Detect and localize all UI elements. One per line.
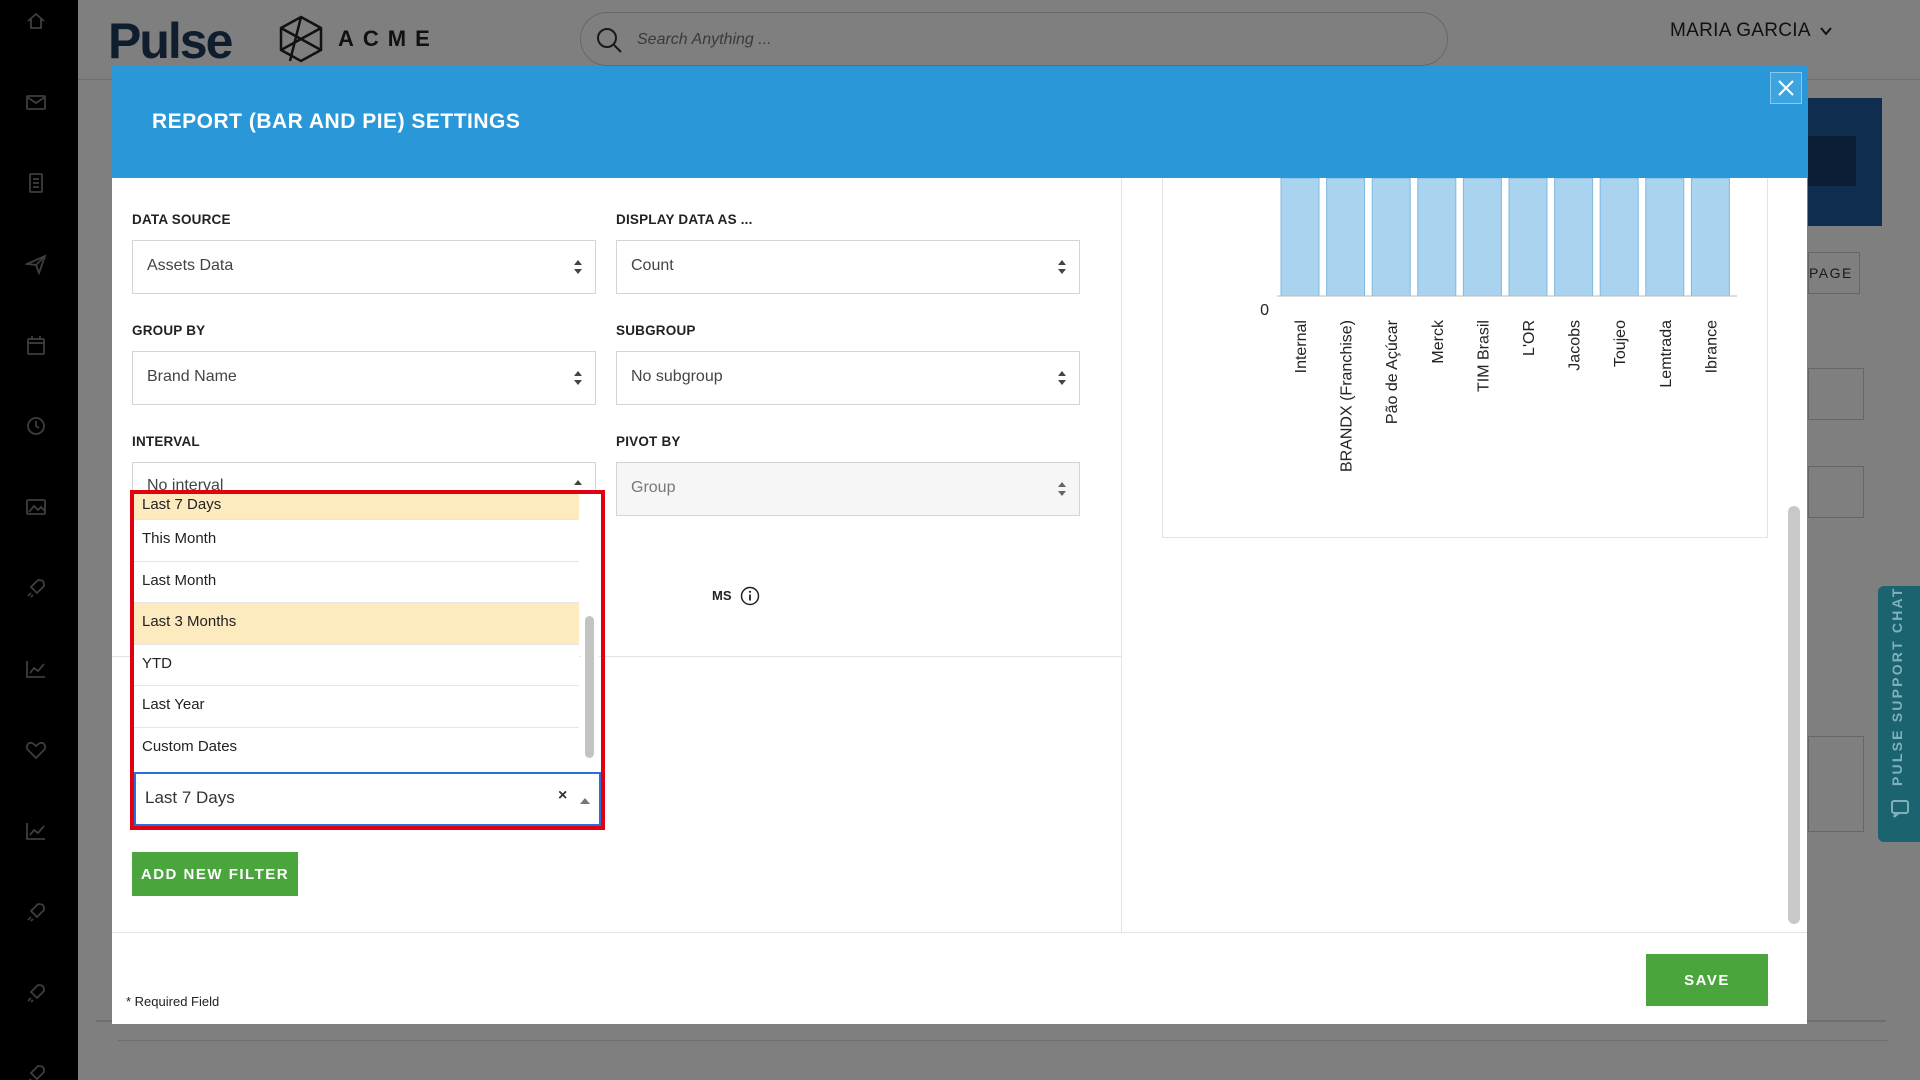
- chart-bar: [1554, 178, 1594, 297]
- chart-bar: [1508, 178, 1548, 297]
- chart-bar: [1326, 178, 1366, 297]
- sort-arrows-icon: [574, 371, 582, 385]
- data-source-value: Assets Data: [147, 257, 234, 274]
- subgroup-value: No subgroup: [631, 368, 723, 385]
- chart-bar: [1645, 178, 1685, 297]
- group-by-select[interactable]: Brand Name: [132, 351, 596, 405]
- x-tick-label: TIM Brasil: [1475, 320, 1492, 392]
- close-button[interactable]: [1770, 72, 1802, 104]
- chart-bar: [1599, 178, 1639, 297]
- subgroup-label: SUBGROUP: [616, 323, 696, 338]
- dropdown-highlight-box: [130, 490, 605, 830]
- chart-bar: [1371, 178, 1411, 297]
- save-button[interactable]: SAVE: [1646, 954, 1768, 1006]
- x-tick-label: Jacobs: [1567, 320, 1584, 371]
- x-tick-label: L'OR: [1521, 320, 1538, 356]
- x-tick-label: Lemtrada: [1658, 320, 1675, 388]
- sort-arrows-icon: [574, 480, 582, 485]
- pivot-by-select[interactable]: Group: [616, 462, 1080, 516]
- chart-bar: [1462, 178, 1502, 297]
- sort-arrows-icon: [1058, 260, 1066, 274]
- sort-arrows-icon: [1058, 482, 1066, 496]
- group-by-label: GROUP BY: [132, 323, 206, 338]
- sort-arrows-icon: [574, 260, 582, 274]
- x-tick-label: Pão de Açúcar: [1384, 319, 1401, 424]
- pivot-by-value: Group: [631, 479, 676, 496]
- required-field-note: * Required Field: [126, 994, 220, 1009]
- display-as-label: DISPLAY DATA AS ...: [616, 212, 753, 227]
- x-tick-label: Ibrance: [1703, 320, 1720, 373]
- support-chat-tab[interactable]: PULSE SUPPORT CHAT: [1878, 586, 1920, 842]
- display-as-value: Count: [631, 257, 674, 274]
- support-chat-label: PULSE SUPPORT CHAT: [1889, 586, 1905, 786]
- close-icon: [1778, 80, 1794, 96]
- chart-bar: [1417, 178, 1457, 297]
- y-tick-label: 0: [1260, 302, 1269, 319]
- modal-header: REPORT (BAR AND PIE) SETTINGS: [112, 66, 1807, 178]
- modal-scrollbar[interactable]: [1788, 506, 1800, 924]
- footer-divider: [112, 932, 1807, 933]
- chart-bar: [1690, 178, 1730, 297]
- interval-label: INTERVAL: [132, 434, 200, 449]
- modal-title: REPORT (BAR AND PIE) SETTINGS: [152, 110, 521, 133]
- report-settings-modal: REPORT (BAR AND PIE) SETTINGS DATA SOURC…: [112, 66, 1807, 1024]
- x-tick-label: Merck: [1430, 319, 1447, 364]
- x-tick-label: Toujeo: [1612, 320, 1629, 367]
- data-source-label: DATA SOURCE: [132, 212, 231, 227]
- chart-bar: [1280, 178, 1320, 297]
- pivot-by-label: PIVOT BY: [616, 434, 681, 449]
- chart-preview: 0 Internal BRANDX (Franchise) Pão de Açúcar…: [1162, 178, 1768, 538]
- bar-chart: 0 Internal BRANDX (Franchise) Pão de Açúcar…: [1260, 178, 1737, 472]
- interval-select[interactable]: No interval: [132, 462, 596, 492]
- group-by-value: Brand Name: [147, 368, 237, 385]
- subgroup-select[interactable]: No subgroup: [616, 351, 1080, 405]
- display-as-select[interactable]: Count: [616, 240, 1080, 294]
- x-tick-label: Internal: [1293, 320, 1310, 373]
- option-label-partial: MS: [712, 588, 732, 603]
- data-source-select[interactable]: Assets Data: [132, 240, 596, 294]
- add-new-filter-button[interactable]: ADD NEW FILTER: [132, 852, 298, 896]
- chat-bubble-icon: [1891, 800, 1909, 818]
- info-icon[interactable]: [740, 586, 760, 606]
- sort-arrows-icon: [1058, 371, 1066, 385]
- x-tick-label: BRANDX (Franchise): [1339, 320, 1356, 472]
